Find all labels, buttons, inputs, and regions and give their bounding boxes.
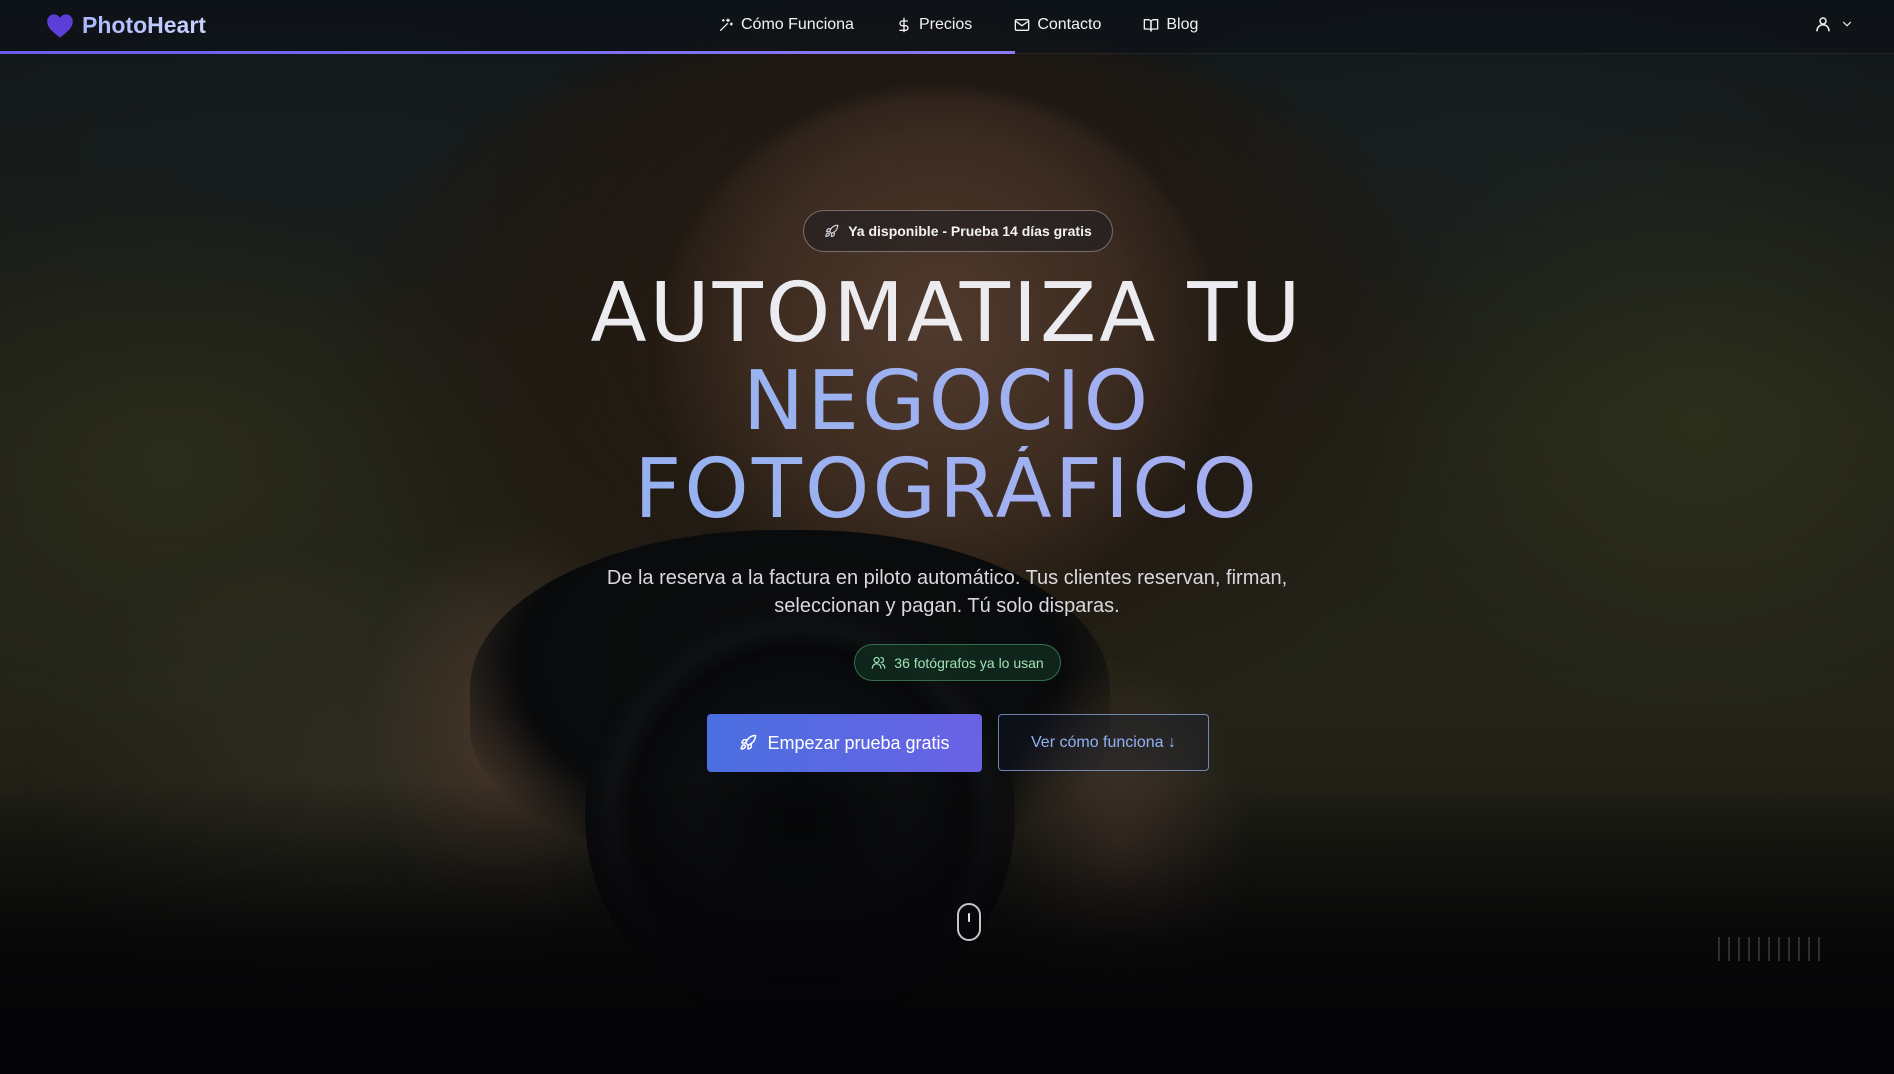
slide-indicator-tick[interactable]: [1808, 937, 1810, 961]
slide-indicator-tick[interactable]: [1788, 937, 1790, 961]
hero-headline: AUTOMATIZA TU NEGOCIO FOTOGRÁFICO: [0, 270, 1894, 534]
slide-indicator-tick[interactable]: [1728, 937, 1730, 961]
see-how-it-works-button[interactable]: Ver cómo funciona ↓: [998, 714, 1209, 771]
slide-indicator-tick[interactable]: [1798, 937, 1800, 961]
availability-badge-text: Ya disponible - Prueba 14 días gratis: [848, 223, 1092, 239]
slide-indicator-tick[interactable]: [1778, 937, 1780, 961]
rocket-icon: [825, 224, 839, 237]
rocket-icon: [740, 734, 757, 750]
slide-indicator-tick[interactable]: [1818, 937, 1820, 961]
headline-line-1: AUTOMATIZA TU: [590, 266, 1304, 361]
slide-indicator-tick[interactable]: [1758, 937, 1760, 961]
slide-indicators: [1718, 937, 1820, 961]
slide-indicator-tick[interactable]: [1768, 937, 1770, 961]
scroll-down-indicator[interactable]: [957, 903, 981, 941]
hero-subtitle: De la reserva a la factura en piloto aut…: [606, 567, 1288, 617]
headline-line-3: FOTOGRÁFICO: [0, 446, 1894, 534]
slide-indicator-tick[interactable]: [1718, 937, 1720, 961]
headline-line-2: NEGOCIO: [0, 358, 1894, 446]
availability-badge: Ya disponible - Prueba 14 días gratis: [803, 210, 1113, 252]
slide-indicator-tick[interactable]: [1748, 937, 1750, 961]
users-count-badge: 36 fotógrafos ya lo usan: [854, 644, 1061, 681]
users-icon: [871, 656, 886, 669]
slide-indicator-tick[interactable]: [1738, 937, 1740, 961]
hero-section: Ya disponible - Prueba 14 días gratis AU…: [0, 0, 1894, 1074]
scroll-indicator-wheel: [968, 913, 970, 922]
start-free-trial-label: Empezar prueba gratis: [767, 732, 950, 753]
start-free-trial-button[interactable]: Empezar prueba gratis: [707, 714, 982, 772]
users-count-text: 36 fotógrafos ya lo usan: [894, 654, 1044, 671]
